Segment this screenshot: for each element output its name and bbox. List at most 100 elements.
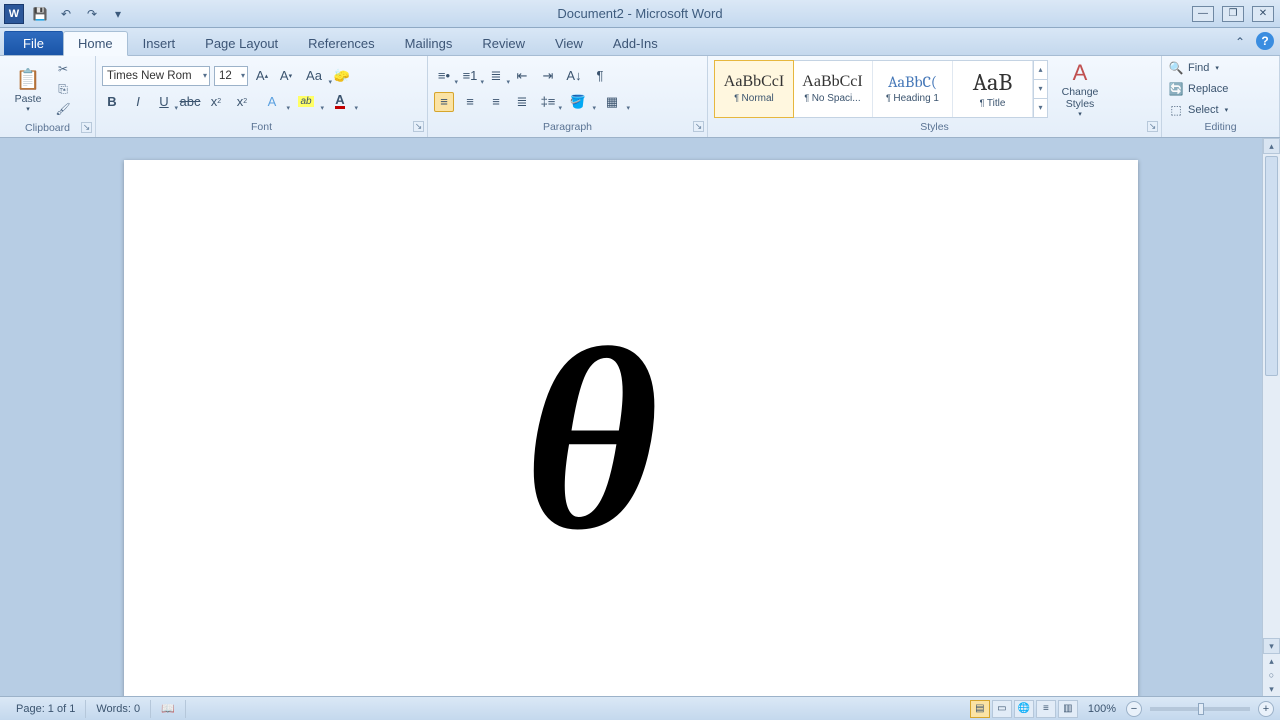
redo-button[interactable]: ↷ xyxy=(82,4,102,24)
superscript-button[interactable]: x2 xyxy=(232,92,252,112)
group-font: Times New Rom 12 A▴ A▾ Aa 🧽 B I U abc x2… xyxy=(96,56,428,137)
document-area: θ ▴ ▾ ▴ ○ ▾ xyxy=(0,138,1280,696)
view-full-screen[interactable]: ▭ xyxy=(992,700,1012,718)
status-bar: Page: 1 of 1 Words: 0 📖 ▤ ▭ 🌐 ≡ ▥ 100% −… xyxy=(0,696,1280,720)
styles-launcher[interactable]: ↘ xyxy=(1147,121,1158,132)
tab-addins[interactable]: Add-Ins xyxy=(598,31,673,55)
format-painter-button[interactable]: 🖌 xyxy=(54,101,72,117)
view-web-layout[interactable]: 🌐 xyxy=(1014,700,1034,718)
cut-button[interactable]: ✂ xyxy=(54,61,72,77)
zoom-out-button[interactable]: − xyxy=(1126,701,1142,717)
align-right-button[interactable]: ≡ xyxy=(486,92,506,112)
font-name-combo[interactable]: Times New Rom xyxy=(102,66,210,86)
grow-font-button[interactable]: A▴ xyxy=(252,66,272,86)
scroll-track[interactable] xyxy=(1263,378,1280,638)
title-bar: W 💾 ↶ ↷ ▾ Document2 - Microsoft Word — ❐… xyxy=(0,0,1280,28)
copy-button[interactable]: ⎘ xyxy=(54,81,72,97)
paragraph-launcher[interactable]: ↘ xyxy=(693,121,704,132)
document-page[interactable]: θ xyxy=(124,160,1138,696)
scroll-up-button[interactable]: ▴ xyxy=(1263,138,1280,154)
justify-button[interactable]: ≣ xyxy=(512,92,532,112)
save-button[interactable]: 💾 xyxy=(30,4,50,24)
tab-review[interactable]: Review xyxy=(467,31,540,55)
paste-button[interactable]: 📋 Paste ▾ xyxy=(6,58,50,120)
zoom-level[interactable]: 100% xyxy=(1088,703,1116,715)
group-styles: AaBbCcI Normal AaBbCcI No Spaci... AaBbC… xyxy=(708,56,1162,137)
align-center-button[interactable]: ≡ xyxy=(460,92,480,112)
scroll-down-button[interactable]: ▾ xyxy=(1263,638,1280,654)
prev-page-button[interactable]: ▴ xyxy=(1263,654,1280,668)
tab-page-layout[interactable]: Page Layout xyxy=(190,31,293,55)
subscript-button[interactable]: x2 xyxy=(206,92,226,112)
strikethrough-button[interactable]: abc xyxy=(180,92,200,112)
sort-button[interactable]: A↓ xyxy=(564,66,584,86)
zoom-in-button[interactable]: + xyxy=(1258,701,1274,717)
replace-icon: 🔄 xyxy=(1168,82,1184,96)
vertical-scrollbar[interactable]: ▴ ▾ ▴ ○ ▾ xyxy=(1262,138,1280,696)
styles-gallery: AaBbCcI Normal AaBbCcI No Spaci... AaBbC… xyxy=(714,60,1048,118)
style-normal[interactable]: AaBbCcI Normal xyxy=(714,60,794,118)
browse-object-button[interactable]: ○ xyxy=(1263,668,1280,682)
zoom-slider[interactable] xyxy=(1150,707,1250,711)
paste-label: Paste xyxy=(15,93,42,105)
word-icon: W xyxy=(4,4,24,24)
view-draft[interactable]: ▥ xyxy=(1058,700,1078,718)
minimize-ribbon-button[interactable]: ⌃ xyxy=(1230,32,1250,52)
shrink-font-button[interactable]: A▾ xyxy=(276,66,296,86)
gallery-more-button[interactable]: ▾ xyxy=(1034,99,1047,117)
status-words[interactable]: Words: 0 xyxy=(86,700,151,718)
font-launcher[interactable]: ↘ xyxy=(413,121,424,132)
shading-button[interactable]: 🪣 xyxy=(564,92,592,112)
borders-button[interactable]: ▦ xyxy=(598,92,626,112)
replace-button[interactable]: 🔄 Replace xyxy=(1168,79,1228,98)
numbering-button[interactable]: ≡1 xyxy=(460,66,480,86)
scroll-thumb[interactable] xyxy=(1265,156,1278,376)
change-styles-button[interactable]: A Change Styles ▾ xyxy=(1054,60,1106,118)
font-color-button[interactable]: A xyxy=(326,92,354,112)
ribbon-tabs: File Home Insert Page Layout References … xyxy=(0,28,1280,56)
qat-more-button[interactable]: ▾ xyxy=(108,4,128,24)
show-marks-button[interactable]: ¶ xyxy=(590,66,610,86)
font-size-combo[interactable]: 12 xyxy=(214,66,248,86)
align-left-button[interactable]: ≡ xyxy=(434,92,454,112)
clear-formatting-button[interactable]: 🧽 xyxy=(332,66,352,86)
underline-button[interactable]: U xyxy=(154,92,174,112)
style-title[interactable]: AaB Title xyxy=(953,61,1033,117)
decrease-indent-button[interactable]: ⇤ xyxy=(512,66,532,86)
select-button[interactable]: ⬚ Select ▾ xyxy=(1168,100,1228,119)
view-print-layout[interactable]: ▤ xyxy=(970,700,990,718)
next-page-button[interactable]: ▾ xyxy=(1263,682,1280,696)
style-heading-1[interactable]: AaBbC( Heading 1 xyxy=(873,61,953,117)
tab-insert[interactable]: Insert xyxy=(128,31,191,55)
help-button[interactable]: ? xyxy=(1256,32,1274,50)
multilevel-list-button[interactable]: ≣ xyxy=(486,66,506,86)
style-no-spacing[interactable]: AaBbCcI No Spaci... xyxy=(793,61,873,117)
text-effects-button[interactable]: A xyxy=(258,92,286,112)
minimize-button[interactable]: — xyxy=(1192,6,1214,22)
bold-button[interactable]: B xyxy=(102,92,122,112)
bullets-button[interactable]: ≡• xyxy=(434,66,454,86)
tab-references[interactable]: References xyxy=(293,31,389,55)
italic-button[interactable]: I xyxy=(128,92,148,112)
view-outline[interactable]: ≡ xyxy=(1036,700,1056,718)
status-proofing[interactable]: 📖 xyxy=(151,700,186,718)
tab-mailings[interactable]: Mailings xyxy=(390,31,468,55)
undo-button[interactable]: ↶ xyxy=(56,4,76,24)
increase-indent-button[interactable]: ⇥ xyxy=(538,66,558,86)
quick-access-toolbar: W 💾 ↶ ↷ ▾ xyxy=(0,4,128,24)
tab-home[interactable]: Home xyxy=(63,31,128,56)
restore-button[interactable]: ❐ xyxy=(1222,6,1244,22)
tab-view[interactable]: View xyxy=(540,31,598,55)
zoom-slider-knob[interactable] xyxy=(1198,703,1204,715)
gallery-down-button[interactable]: ▾ xyxy=(1034,80,1047,99)
status-page[interactable]: Page: 1 of 1 xyxy=(6,700,86,718)
clipboard-launcher[interactable]: ↘ xyxy=(81,122,92,133)
window-controls: — ❐ ✕ xyxy=(1192,6,1280,22)
line-spacing-button[interactable]: ‡≡ xyxy=(538,92,558,112)
gallery-up-button[interactable]: ▴ xyxy=(1034,61,1047,80)
close-button[interactable]: ✕ xyxy=(1252,6,1274,22)
change-case-button[interactable]: Aa xyxy=(300,66,328,86)
highlight-button[interactable]: ab xyxy=(292,92,320,112)
find-button[interactable]: 🔍 Find ▾ xyxy=(1168,58,1219,77)
tab-file[interactable]: File xyxy=(4,31,63,55)
